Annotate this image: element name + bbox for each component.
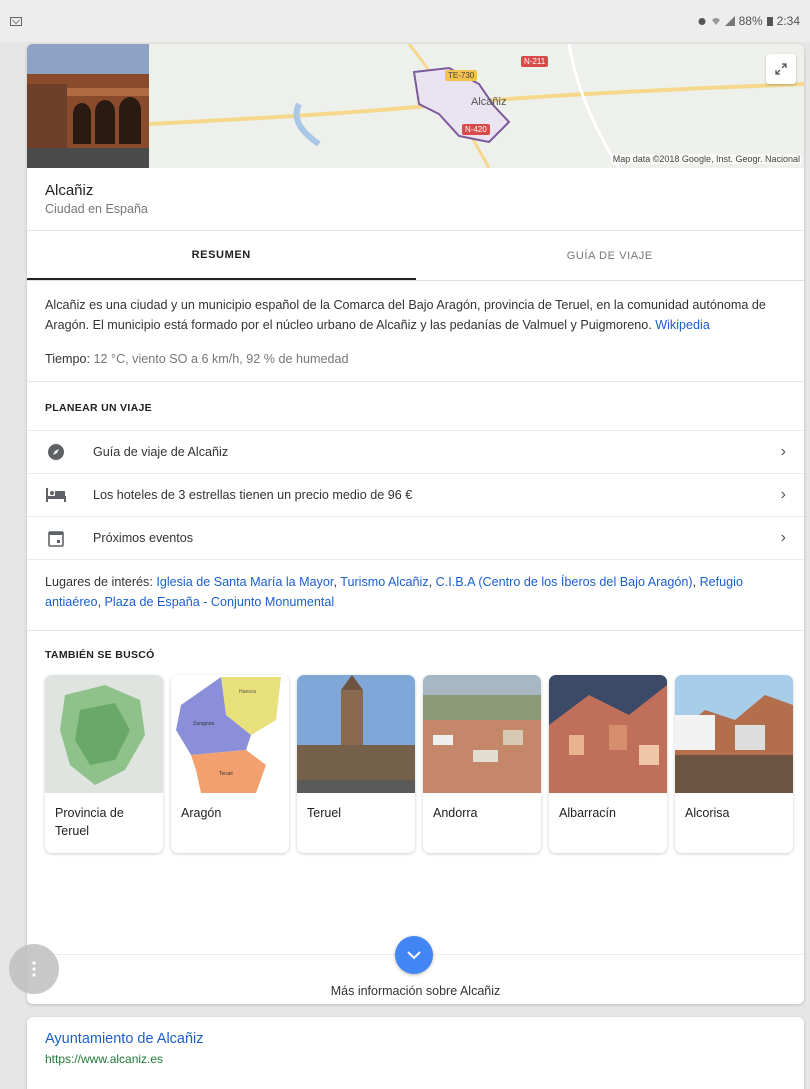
section-heading: TAMBIÉN SE BUSCÓ bbox=[45, 649, 155, 661]
chevron-down-icon bbox=[407, 950, 421, 959]
weather-value: 12 °C, viento SO a 6 km/h, 92 % de humed… bbox=[93, 352, 349, 366]
result-title[interactable]: Ayuntamiento de Alcañiz bbox=[45, 1031, 786, 1047]
map-credit: Map data ©2018 Google, Inst. Geogr. Naci… bbox=[610, 154, 802, 164]
plan-item-travel-guide[interactable]: Guía de viaje de Alcañiz › bbox=[27, 430, 804, 473]
more-info-label[interactable]: Más información sobre Alcañiz bbox=[27, 984, 804, 998]
card-label: Teruel bbox=[307, 806, 342, 820]
plan-item-label: Los hoteles de 3 estrellas tienen un pre… bbox=[93, 488, 413, 502]
tab-bar: RESUMEN GUÍA DE VIAJE bbox=[27, 231, 804, 281]
map[interactable]: N-211 TE-730 N-420 Alcañiz Map data ©201… bbox=[149, 44, 804, 168]
chevron-right-icon: › bbox=[780, 529, 786, 546]
knowledge-panel: N-211 TE-730 N-420 Alcañiz Map data ©201… bbox=[27, 44, 804, 1004]
alarm-icon bbox=[698, 18, 706, 25]
search-result[interactable]: Ayuntamiento de Alcañiz https://www.alca… bbox=[27, 1017, 804, 1089]
signal-icon bbox=[724, 16, 735, 26]
place-photo[interactable] bbox=[27, 44, 149, 168]
plan-item-hotels[interactable]: Los hoteles de 3 estrellas tienen un pre… bbox=[27, 473, 804, 516]
poi-link[interactable]: Iglesia de Santa María la Mayor bbox=[156, 575, 333, 589]
road-label: N-211 bbox=[521, 56, 549, 67]
chevron-right-icon: › bbox=[780, 486, 786, 503]
plan-trip-section: PLANEAR UN VIAJE Guía de viaje de Alcañi… bbox=[27, 382, 804, 559]
weather: Tiempo: 12 °C, viento SO a 6 km/h, 92 % … bbox=[45, 349, 786, 369]
points-of-interest: Lugares de interés: Iglesia de Santa Mar… bbox=[27, 559, 804, 631]
tab-resumen[interactable]: RESUMEN bbox=[27, 231, 416, 280]
card-label: Andorra bbox=[433, 806, 478, 820]
also-searched-card[interactable]: Andorra bbox=[423, 675, 541, 853]
place-title: Alcañiz bbox=[45, 182, 94, 199]
expand-map-button[interactable] bbox=[766, 54, 796, 84]
tab-guia-de-viaje[interactable]: GUÍA DE VIAJE bbox=[416, 231, 805, 280]
battery-percent: 88% bbox=[738, 14, 763, 28]
card-label: Aragón bbox=[181, 806, 222, 820]
also-searched-card[interactable]: Teruel bbox=[297, 675, 415, 853]
also-searched-card[interactable]: Albarracín bbox=[549, 675, 667, 853]
poi-link[interactable]: Plaza de España - Conjunto Monumental bbox=[105, 595, 335, 609]
also-searched-card[interactable]: Huesca Zaragoza Teruel Aragón bbox=[171, 675, 289, 853]
battery-icon bbox=[766, 17, 773, 26]
card-image: Huesca Zaragoza Teruel bbox=[171, 675, 289, 793]
floating-menu-button[interactable] bbox=[9, 944, 59, 994]
map-label: Huesca bbox=[239, 689, 256, 695]
expand-icon bbox=[775, 63, 787, 75]
plan-item-label: Guía de viaje de Alcañiz bbox=[93, 445, 229, 459]
clock: 2:34 bbox=[776, 14, 800, 28]
card-label: Alcorisa bbox=[685, 806, 730, 820]
also-searched-card[interactable]: Provincia de Teruel bbox=[45, 675, 163, 853]
wifi-icon bbox=[711, 18, 720, 25]
map-label: Zaragoza bbox=[193, 721, 214, 727]
place-subtitle: Ciudad en España bbox=[45, 202, 148, 216]
plan-item-events[interactable]: Próximos eventos › bbox=[27, 516, 804, 559]
poi-link[interactable]: C.I.B.A (Centro de los Íberos del Bajo A… bbox=[436, 575, 693, 589]
status-bar: 88% 2:34 bbox=[0, 0, 810, 42]
pois-label: Lugares de interés: bbox=[45, 575, 153, 589]
summary: Alcañiz es una ciudad y un municipio esp… bbox=[27, 281, 804, 382]
mail-notification-icon bbox=[10, 16, 22, 26]
chevron-right-icon: › bbox=[780, 443, 786, 460]
card-image bbox=[423, 675, 541, 793]
calendar-icon bbox=[45, 527, 67, 549]
result-url: https://www.alcaniz.es bbox=[45, 1052, 164, 1066]
map-city-label: Alcañiz bbox=[471, 96, 507, 108]
card-label: Provincia de Teruel bbox=[55, 806, 124, 838]
card-image bbox=[549, 675, 667, 793]
place-header: Alcañiz Ciudad en España bbox=[27, 168, 804, 231]
card-image bbox=[297, 675, 415, 793]
more-vert-icon bbox=[32, 961, 36, 977]
plan-item-label: Próximos eventos bbox=[93, 531, 194, 545]
map-label: Teruel bbox=[219, 771, 233, 777]
card-image bbox=[45, 675, 163, 793]
wikipedia-link[interactable]: Wikipedia bbox=[655, 318, 710, 332]
road-label: TE-730 bbox=[445, 70, 478, 81]
weather-label: Tiempo: bbox=[45, 352, 91, 366]
road-label: N-420 bbox=[462, 124, 490, 135]
hotel-bed-icon bbox=[45, 484, 67, 506]
expand-more-button[interactable] bbox=[395, 936, 433, 974]
also-searched-section: TAMBIÉN SE BUSCÓ Provincia de Teruel Hue… bbox=[27, 631, 804, 853]
section-heading: PLANEAR UN VIAJE bbox=[45, 402, 152, 414]
compass-icon bbox=[45, 441, 67, 463]
card-label: Albarracín bbox=[559, 806, 616, 820]
poi-link[interactable]: Turismo Alcañiz bbox=[340, 575, 428, 589]
card-image bbox=[675, 675, 793, 793]
also-searched-card[interactable]: Alcorisa bbox=[675, 675, 793, 853]
also-searched-carousel[interactable]: Provincia de Teruel Huesca Zaragoza Teruel… bbox=[45, 675, 804, 853]
hero: N-211 TE-730 N-420 Alcañiz Map data ©201… bbox=[27, 44, 804, 168]
